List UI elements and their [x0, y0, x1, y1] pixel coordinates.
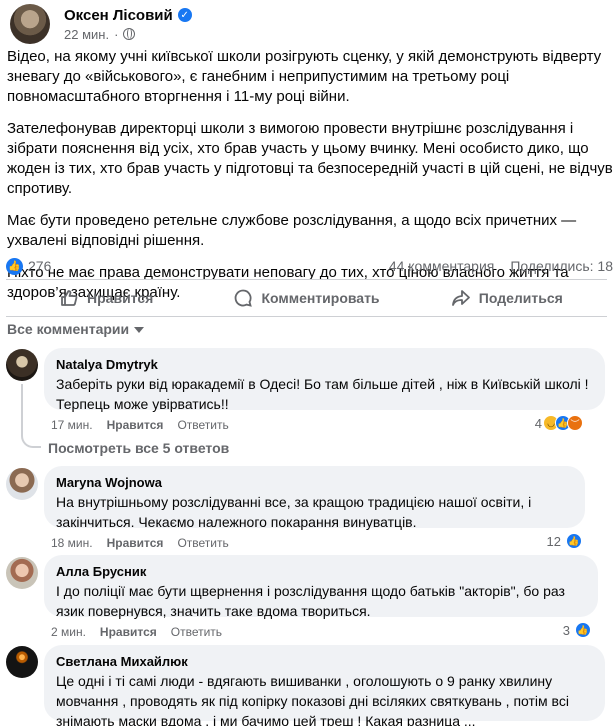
- comment-like-button[interactable]: Нравится: [107, 536, 164, 550]
- like-reaction-icon: 👍: [575, 622, 591, 638]
- comment-reactions[interactable]: 4 ◡ 👍 ︶: [535, 415, 583, 431]
- post-stats: 👍 276 44 комментария Поделились: 18: [6, 257, 613, 275]
- comment-like-button[interactable]: Нравится: [100, 625, 157, 639]
- author-block: Оксен Лісовий ✓ 22 мин. ·: [64, 7, 192, 42]
- comment-text: На внутрішньому розслідуванні все, за кр…: [56, 494, 532, 530]
- post-meta: 22 мин. ·: [64, 27, 192, 42]
- comment-like-button[interactable]: Нравится: [107, 418, 164, 432]
- post-paragraph: Має бути проведено ретельне службове роз…: [7, 212, 577, 249]
- comment-icon: [235, 289, 253, 307]
- comment-actions: 18 мин. Нравится Ответить: [51, 536, 229, 550]
- like-reaction-icon[interactable]: 👍: [6, 257, 23, 275]
- thread-curve: [21, 434, 41, 448]
- like-button[interactable]: Нравится: [6, 283, 206, 313]
- comment-reactions-count: 12: [546, 533, 561, 549]
- divider: [6, 279, 607, 280]
- avatar[interactable]: [6, 557, 38, 589]
- post-paragraph: Відео, на якому учні київської школи роз…: [7, 48, 602, 105]
- comment-bubble: Maryna Wojnowa На внутрішньому розслідув…: [44, 466, 585, 530]
- comment-reply-button[interactable]: Ответить: [177, 536, 228, 550]
- post-header: Оксен Лісовий ✓ 22 мин. ·: [10, 4, 192, 44]
- avatar[interactable]: [6, 646, 38, 678]
- thumbs-up-icon: [61, 290, 78, 306]
- comment-time[interactable]: 17 мин.: [51, 418, 93, 432]
- stats-right: 44 комментария Поделились: 18: [389, 258, 613, 274]
- globe-icon: [123, 28, 136, 40]
- commenter-name[interactable]: Natalya Dmytryk: [56, 356, 593, 373]
- separator-dot: ·: [114, 26, 119, 42]
- reactions-count[interactable]: 276: [28, 258, 51, 274]
- comment-button[interactable]: Комментировать: [206, 283, 406, 313]
- commenter-name[interactable]: Алла Брусник: [56, 563, 586, 580]
- comment-actions: 2 мин. Нравится Ответить: [51, 625, 222, 639]
- comment-text: Заберіть руки від юракадемії в Одесі! Бо…: [56, 376, 589, 412]
- avatar[interactable]: [6, 468, 38, 500]
- comments-filter-label: Все комментарии: [7, 321, 130, 337]
- comment-reply-button[interactable]: Ответить: [171, 625, 222, 639]
- avatar[interactable]: [6, 349, 38, 381]
- like-reaction-icon: 👍: [566, 533, 582, 549]
- share-button[interactable]: Поделиться: [407, 283, 607, 313]
- share-label: Поделиться: [478, 290, 563, 306]
- comment-text: Це одні і ті самі люди - вдягають вишива…: [56, 673, 569, 726]
- comment-bubble: Алла Брусник І до поліції має бути щверн…: [44, 555, 598, 619]
- commenter-name[interactable]: Светлана Михайлюк: [56, 653, 593, 670]
- thread-line: [21, 384, 23, 434]
- post-paragraph: Зателефонував директорці школи з вимогою…: [7, 120, 613, 197]
- comment-actions: 17 мин. Нравится Ответить: [51, 418, 229, 432]
- view-replies-link[interactable]: Посмотреть все 5 ответов: [48, 440, 229, 456]
- share-icon: [451, 290, 470, 306]
- comment-text: І до поліції має бути щвернення і розслі…: [56, 583, 565, 619]
- comments-count[interactable]: 44 комментария: [389, 258, 495, 274]
- post-actions: Нравится Комментировать Поделиться: [6, 283, 607, 313]
- post-time[interactable]: 22 мин.: [64, 27, 109, 42]
- author-name[interactable]: Оксен Лісовий: [64, 7, 173, 24]
- comment-bubble: Natalya Dmytryk Заберіть руки від юракад…: [44, 348, 605, 412]
- divider: [6, 316, 607, 317]
- shares-count[interactable]: Поделились: 18: [510, 258, 613, 274]
- comment-reply-button[interactable]: Ответить: [177, 418, 228, 432]
- verified-badge-icon: ✓: [177, 8, 192, 22]
- comment-reactions[interactable]: 12 👍: [547, 533, 582, 549]
- comment-time[interactable]: 18 мин.: [51, 536, 93, 550]
- commenter-name[interactable]: Maryna Wojnowa: [56, 474, 573, 491]
- comment-label: Комментировать: [261, 290, 380, 306]
- comment-reactions[interactable]: 3 👍: [563, 622, 591, 638]
- chevron-down-icon: [134, 327, 145, 333]
- comment-reactions-count: 4: [534, 415, 542, 431]
- comment-time[interactable]: 2 мин.: [51, 625, 86, 639]
- comment-reactions-count: 3: [562, 622, 570, 638]
- author-line: Оксен Лісовий ✓: [64, 7, 192, 24]
- comments-filter-dropdown[interactable]: Все комментарии: [7, 321, 145, 337]
- author-avatar[interactable]: [10, 4, 50, 44]
- like-label: Нравится: [87, 290, 154, 306]
- comment-bubble: Светлана Михайлюк Це одні і ті самі люди…: [44, 645, 605, 726]
- angry-reaction-icon: ︶: [567, 415, 583, 431]
